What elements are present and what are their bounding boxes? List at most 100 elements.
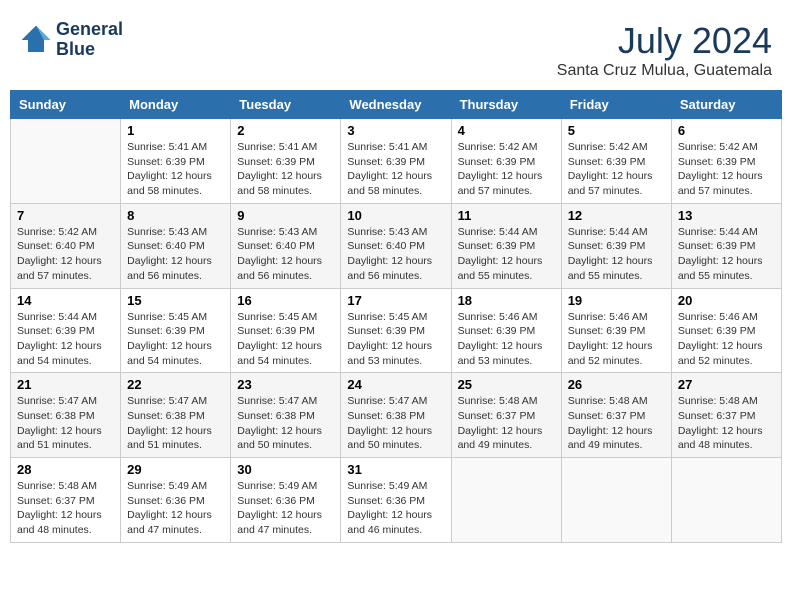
day-number: 8 xyxy=(127,208,224,223)
weekday-header: Saturday xyxy=(671,91,781,119)
day-number: 5 xyxy=(568,123,665,138)
calendar-cell: 21 Sunrise: 5:47 AMSunset: 6:38 PMDayligh… xyxy=(11,373,121,458)
day-number: 20 xyxy=(678,293,775,308)
day-info: Sunrise: 5:46 AMSunset: 6:39 PMDaylight:… xyxy=(678,310,775,369)
calendar-header-row: SundayMondayTuesdayWednesdayThursdayFrid… xyxy=(11,91,782,119)
day-info: Sunrise: 5:45 AMSunset: 6:39 PMDaylight:… xyxy=(237,310,334,369)
weekday-header: Friday xyxy=(561,91,671,119)
calendar-cell xyxy=(561,458,671,543)
calendar-cell: 14 Sunrise: 5:44 AMSunset: 6:39 PMDayligh… xyxy=(11,288,121,373)
location-title: Santa Cruz Mulua, Guatemala xyxy=(557,62,772,80)
day-number: 14 xyxy=(17,293,114,308)
calendar-cell: 13 Sunrise: 5:44 AMSunset: 6:39 PMDayligh… xyxy=(671,203,781,288)
calendar-cell: 28Sunrise: 5:48 AMSunset: 6:37 PMDayligh… xyxy=(11,458,121,543)
calendar-cell: 20 Sunrise: 5:46 AMSunset: 6:39 PMDayligh… xyxy=(671,288,781,373)
calendar-cell: 18Sunrise: 5:46 AMSunset: 6:39 PMDayligh… xyxy=(451,288,561,373)
calendar-cell xyxy=(451,458,561,543)
calendar-cell: 1 Sunrise: 5:41 AMSunset: 6:39 PMDaylight… xyxy=(121,119,231,204)
calendar-cell: 6 Sunrise: 5:42 AMSunset: 6:39 PMDaylight… xyxy=(671,119,781,204)
calendar-cell: 10 Sunrise: 5:43 AMSunset: 6:40 PMDayligh… xyxy=(341,203,451,288)
day-info: Sunrise: 5:49 AMSunset: 6:36 PMDaylight:… xyxy=(347,479,444,538)
day-info: Sunrise: 5:47 AMSunset: 6:38 PMDaylight:… xyxy=(237,394,334,453)
logo-icon xyxy=(20,24,52,56)
day-info: Sunrise: 5:49 AMSunset: 6:36 PMDaylight:… xyxy=(237,479,334,538)
day-number: 22 xyxy=(127,377,224,392)
calendar-cell: 12 Sunrise: 5:44 AMSunset: 6:39 PMDayligh… xyxy=(561,203,671,288)
day-info: Sunrise: 5:42 AMSunset: 6:39 PMDaylight:… xyxy=(678,140,775,199)
calendar-cell: 25Sunrise: 5:48 AMSunset: 6:37 PMDayligh… xyxy=(451,373,561,458)
day-info: Sunrise: 5:46 AMSunset: 6:39 PMDaylight:… xyxy=(568,310,665,369)
day-info: Sunrise: 5:48 AMSunset: 6:37 PMDaylight:… xyxy=(678,394,775,453)
day-info: Sunrise: 5:41 AMSunset: 6:39 PMDaylight:… xyxy=(347,140,444,199)
day-info: Sunrise: 5:45 AMSunset: 6:39 PMDaylight:… xyxy=(347,310,444,369)
calendar-cell: 16 Sunrise: 5:45 AMSunset: 6:39 PMDayligh… xyxy=(231,288,341,373)
calendar-table: SundayMondayTuesdayWednesdayThursdayFrid… xyxy=(10,90,782,543)
day-info: Sunrise: 5:49 AMSunset: 6:36 PMDaylight:… xyxy=(127,479,224,538)
logo: General Blue xyxy=(20,20,123,60)
day-number: 15 xyxy=(127,293,224,308)
day-number: 10 xyxy=(347,208,444,223)
day-number: 17 xyxy=(347,293,444,308)
day-info: Sunrise: 5:43 AMSunset: 6:40 PMDaylight:… xyxy=(347,225,444,284)
day-number: 26 xyxy=(568,377,665,392)
calendar-week-row: 14 Sunrise: 5:44 AMSunset: 6:39 PMDayligh… xyxy=(11,288,782,373)
day-number: 16 xyxy=(237,293,334,308)
day-number: 2 xyxy=(237,123,334,138)
day-info: Sunrise: 5:43 AMSunset: 6:40 PMDaylight:… xyxy=(237,225,334,284)
calendar-cell: 24Sunrise: 5:47 AMSunset: 6:38 PMDayligh… xyxy=(341,373,451,458)
calendar-week-row: 7Sunrise: 5:42 AMSunset: 6:40 PMDaylight… xyxy=(11,203,782,288)
weekday-header: Sunday xyxy=(11,91,121,119)
day-number: 1 xyxy=(127,123,224,138)
calendar-cell: 26 Sunrise: 5:48 AMSunset: 6:37 PMDayligh… xyxy=(561,373,671,458)
day-info: Sunrise: 5:48 AMSunset: 6:37 PMDaylight:… xyxy=(458,394,555,453)
calendar-cell: 9 Sunrise: 5:43 AMSunset: 6:40 PMDaylight… xyxy=(231,203,341,288)
calendar-week-row: 28Sunrise: 5:48 AMSunset: 6:37 PMDayligh… xyxy=(11,458,782,543)
calendar-cell xyxy=(11,119,121,204)
day-info: Sunrise: 5:47 AMSunset: 6:38 PMDaylight:… xyxy=(127,394,224,453)
day-number: 27 xyxy=(678,377,775,392)
calendar-cell: 27 Sunrise: 5:48 AMSunset: 6:37 PMDayligh… xyxy=(671,373,781,458)
day-number: 29 xyxy=(127,462,224,477)
day-info: Sunrise: 5:44 AMSunset: 6:39 PMDaylight:… xyxy=(17,310,114,369)
calendar-cell: 29 Sunrise: 5:49 AMSunset: 6:36 PMDayligh… xyxy=(121,458,231,543)
calendar-cell: 5Sunrise: 5:42 AMSunset: 6:39 PMDaylight… xyxy=(561,119,671,204)
day-number: 18 xyxy=(458,293,555,308)
day-info: Sunrise: 5:43 AMSunset: 6:40 PMDaylight:… xyxy=(127,225,224,284)
day-info: Sunrise: 5:42 AMSunset: 6:39 PMDaylight:… xyxy=(458,140,555,199)
calendar-cell: 8 Sunrise: 5:43 AMSunset: 6:40 PMDaylight… xyxy=(121,203,231,288)
day-info: Sunrise: 5:41 AMSunset: 6:39 PMDaylight:… xyxy=(127,140,224,199)
calendar-cell: 7Sunrise: 5:42 AMSunset: 6:40 PMDaylight… xyxy=(11,203,121,288)
calendar-cell: 22 Sunrise: 5:47 AMSunset: 6:38 PMDayligh… xyxy=(121,373,231,458)
day-number: 13 xyxy=(678,208,775,223)
day-number: 28 xyxy=(17,462,114,477)
calendar-cell: 2Sunrise: 5:41 AMSunset: 6:39 PMDaylight… xyxy=(231,119,341,204)
day-number: 9 xyxy=(237,208,334,223)
day-info: Sunrise: 5:47 AMSunset: 6:38 PMDaylight:… xyxy=(17,394,114,453)
day-number: 21 xyxy=(17,377,114,392)
calendar-cell: 31 Sunrise: 5:49 AMSunset: 6:36 PMDayligh… xyxy=(341,458,451,543)
day-number: 19 xyxy=(568,293,665,308)
page-header: General Blue July 2024 Santa Cruz Mulua,… xyxy=(10,10,782,85)
weekday-header: Monday xyxy=(121,91,231,119)
weekday-header: Thursday xyxy=(451,91,561,119)
calendar-cell: 17 Sunrise: 5:45 AMSunset: 6:39 PMDayligh… xyxy=(341,288,451,373)
day-number: 3 xyxy=(347,123,444,138)
day-info: Sunrise: 5:44 AMSunset: 6:39 PMDaylight:… xyxy=(678,225,775,284)
title-area: July 2024 Santa Cruz Mulua, Guatemala xyxy=(557,20,772,80)
day-info: Sunrise: 5:44 AMSunset: 6:39 PMDaylight:… xyxy=(458,225,555,284)
day-number: 7 xyxy=(17,208,114,223)
day-number: 12 xyxy=(568,208,665,223)
day-number: 6 xyxy=(678,123,775,138)
day-info: Sunrise: 5:48 AMSunset: 6:37 PMDaylight:… xyxy=(568,394,665,453)
calendar-cell: 3 Sunrise: 5:41 AMSunset: 6:39 PMDaylight… xyxy=(341,119,451,204)
calendar-cell: 15 Sunrise: 5:45 AMSunset: 6:39 PMDayligh… xyxy=(121,288,231,373)
day-number: 31 xyxy=(347,462,444,477)
logo-text: General Blue xyxy=(56,20,123,60)
day-number: 4 xyxy=(458,123,555,138)
day-info: Sunrise: 5:45 AMSunset: 6:39 PMDaylight:… xyxy=(127,310,224,369)
calendar-cell xyxy=(671,458,781,543)
weekday-header: Tuesday xyxy=(231,91,341,119)
day-info: Sunrise: 5:44 AMSunset: 6:39 PMDaylight:… xyxy=(568,225,665,284)
day-number: 24 xyxy=(347,377,444,392)
calendar-week-row: 1 Sunrise: 5:41 AMSunset: 6:39 PMDaylight… xyxy=(11,119,782,204)
